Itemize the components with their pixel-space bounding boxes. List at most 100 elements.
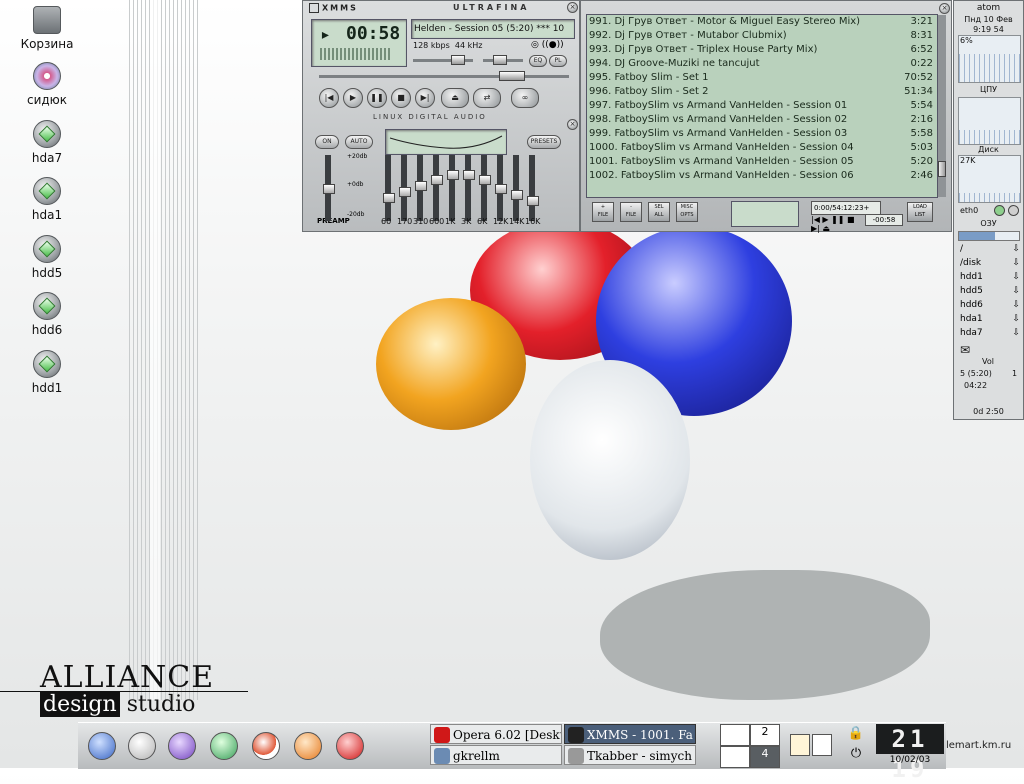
eq-band-knob[interactable] [431, 175, 443, 185]
playlist-row[interactable]: 998. FatboySlim vs Armand VanHelden - Se… [587, 113, 937, 127]
playlist-row[interactable]: 994. DJ Groove-Muziki ne tancujut 0:22 [587, 57, 937, 71]
mount-icon[interactable]: ⇩ [1012, 328, 1020, 338]
eq-band-knob[interactable] [511, 190, 523, 200]
playlist-row[interactable]: 997. FatboySlim vs Armand VanHelden - Se… [587, 99, 937, 113]
gk-fs-row[interactable]: hda7 ⇩ [960, 328, 1020, 338]
desktop-icon-trash[interactable]: Корзина [2, 6, 92, 51]
eq-band-knob[interactable] [399, 187, 411, 197]
eq-band-knob[interactable] [479, 175, 491, 185]
pager-desktop-1[interactable] [720, 724, 750, 746]
eq-band-slider[interactable] [449, 155, 455, 221]
repeat-icon[interactable]: ∞ [511, 88, 539, 108]
launcher-browser-icon[interactable] [294, 732, 322, 760]
taskbar-clock[interactable]: 21 19 [876, 724, 944, 783]
pager-desktop-3[interactable] [720, 746, 750, 768]
xmms-volume-knob[interactable] [451, 55, 465, 65]
stop-icon[interactable]: ■ [391, 88, 411, 108]
playlist-row[interactable]: 992. Dj Грув Ответ - Mutabor Clubmix) 8:3… [587, 29, 937, 43]
xmms-main-window[interactable]: XMMS ULTRAFINA × ▸ 00:58 Helden - Sessio… [302, 0, 580, 232]
task-xmms-active[interactable]: XMMS - 1001. Fa [564, 724, 696, 744]
playlist-row[interactable]: 991. Dj Грув Ответ - Motor & Miguel Easy… [587, 15, 937, 29]
playlist-row[interactable]: 1001. FatboySlim vs Armand VanHelden - S… [587, 155, 937, 169]
task-tkabber[interactable]: Tkabber - simych [564, 745, 696, 765]
playlist-button-2[interactable]: SEL ALL [648, 202, 670, 222]
mount-icon[interactable]: ⇩ [1012, 258, 1020, 268]
xmms-pl-button[interactable]: PL [549, 55, 567, 67]
play-icon[interactable]: ▶ [343, 88, 363, 108]
gk-fs-row[interactable]: hdd1 ⇩ [960, 272, 1020, 282]
desktop-icon-hda7[interactable]: hda7 [2, 120, 92, 165]
playlist-row[interactable]: 996. Fatboy Slim - Set 2 51:34 [587, 85, 937, 99]
xmms-menu-icon[interactable] [309, 3, 319, 13]
launcher-kde-icon[interactable] [88, 732, 116, 760]
tray-calendar-icon[interactable] [812, 734, 832, 756]
launcher-help-icon[interactable] [168, 732, 196, 760]
playlist-list[interactable]: 991. Dj Грув Ответ - Motor & Miguel Easy… [586, 14, 938, 198]
launcher-editor-icon[interactable] [128, 732, 156, 760]
desktop-icon-hdd6[interactable]: hdd6 [2, 292, 92, 337]
gk-fs-row[interactable]: / ⇩ [960, 244, 1020, 254]
eq-band-slider[interactable] [385, 155, 391, 221]
desktop-icon-hdd5[interactable]: hdd5 [2, 235, 92, 280]
prev-icon[interactable]: |◀ [319, 88, 339, 108]
launcher-lifebuoy-icon[interactable] [252, 732, 280, 760]
eq-auto-button[interactable]: AUTO [345, 135, 373, 149]
task-opera[interactable]: Opera 6.02 [Deskt [430, 724, 562, 744]
xmms-close-icon[interactable]: × [567, 2, 578, 13]
lock-icon[interactable]: 🔒 [846, 726, 866, 742]
gk-mail-icon[interactable]: ✉ [960, 343, 970, 357]
playlist-close-icon[interactable]: × [939, 3, 950, 14]
eq-band-knob[interactable] [447, 170, 459, 180]
playlist-row[interactable]: 995. Fatboy Slim - Set 1 70:52 [587, 71, 937, 85]
xmms-balance-knob[interactable] [493, 55, 507, 65]
playlist-button-1[interactable]: - FILE [620, 202, 642, 222]
playlist-row[interactable]: 1000. FatboySlim vs Armand VanHelden - S… [587, 141, 937, 155]
playlist-load-list-button[interactable]: LOAD LIST [907, 202, 933, 222]
xmms-eq-button[interactable]: EQ [529, 55, 547, 67]
next-icon[interactable]: ▶| [415, 88, 435, 108]
playlist-scroll-thumb[interactable] [938, 161, 946, 177]
desktop-icon-hdd1[interactable]: hdd1 [2, 350, 92, 395]
playlist-row[interactable]: 999. FatboySlim vs Armand VanHelden - Se… [587, 127, 937, 141]
eq-close-icon[interactable]: × [567, 119, 578, 130]
launcher-terminal-icon[interactable] [210, 732, 238, 760]
eq-band-slider[interactable] [433, 155, 439, 221]
mount-icon[interactable]: ⇩ [1012, 244, 1020, 254]
eq-band-knob[interactable] [463, 170, 475, 180]
xmms-seek-bar[interactable] [319, 75, 569, 78]
desktop-icon-cdrom[interactable]: сидюк [2, 62, 92, 107]
mount-icon[interactable]: ⇩ [1012, 286, 1020, 296]
logout-icon[interactable]: ⏻ [846, 746, 866, 762]
launcher-opera-icon[interactable] [336, 732, 364, 760]
tray-klipper-icon[interactable] [790, 734, 810, 756]
playlist-button-0[interactable]: + FILE [592, 202, 614, 222]
gk-fs-row[interactable]: hdd6 ⇩ [960, 300, 1020, 310]
shuffle-icon[interactable]: ⇄ [473, 88, 501, 108]
eq-band-knob[interactable] [495, 184, 507, 194]
eq-on-button[interactable]: ON [315, 135, 339, 149]
mount-icon[interactable]: ⇩ [1012, 300, 1020, 310]
pause-icon[interactable]: ❚❚ [367, 88, 387, 108]
eject-icon[interactable]: ⏏ [441, 88, 469, 108]
playlist-scrollbar[interactable] [938, 15, 946, 197]
eq-band-knob[interactable] [527, 196, 539, 206]
eq-band-slider[interactable] [529, 155, 535, 221]
desktop-icon-hda1[interactable]: hda1 [2, 177, 92, 222]
gkrellm-monitor[interactable]: atom Пнд 10 Фев 9:19 54 6% ЦПУ Диск 27K … [953, 0, 1024, 420]
eq-band-knob[interactable] [383, 193, 395, 203]
xmms-seek-knob[interactable] [499, 71, 525, 81]
pager-desktop-2[interactable]: 2 [750, 724, 780, 746]
eq-band-slider[interactable] [481, 155, 487, 221]
playlist-button-3[interactable]: MISC OPTS [676, 202, 698, 222]
pager-desktop-4[interactable]: 4 [750, 746, 780, 768]
eq-band-slider[interactable] [465, 155, 471, 221]
eq-band-knob[interactable] [415, 181, 427, 191]
playlist-mini-controls[interactable]: |◀ ▶ ❚❚ ■ ▶| ⏏ [811, 215, 863, 233]
playlist-row[interactable]: 1002. FatboySlim vs Armand VanHelden - S… [587, 169, 937, 183]
eq-preamp-knob[interactable] [323, 184, 335, 194]
gk-fs-row[interactable]: hda1 ⇩ [960, 314, 1020, 324]
playlist-row[interactable]: 993. Dj Грув Ответ - Triplex House Party… [587, 43, 937, 57]
eq-band-slider[interactable] [513, 155, 519, 221]
mount-icon[interactable]: ⇩ [1012, 272, 1020, 282]
eq-presets-button[interactable]: PRESETS [527, 135, 561, 149]
